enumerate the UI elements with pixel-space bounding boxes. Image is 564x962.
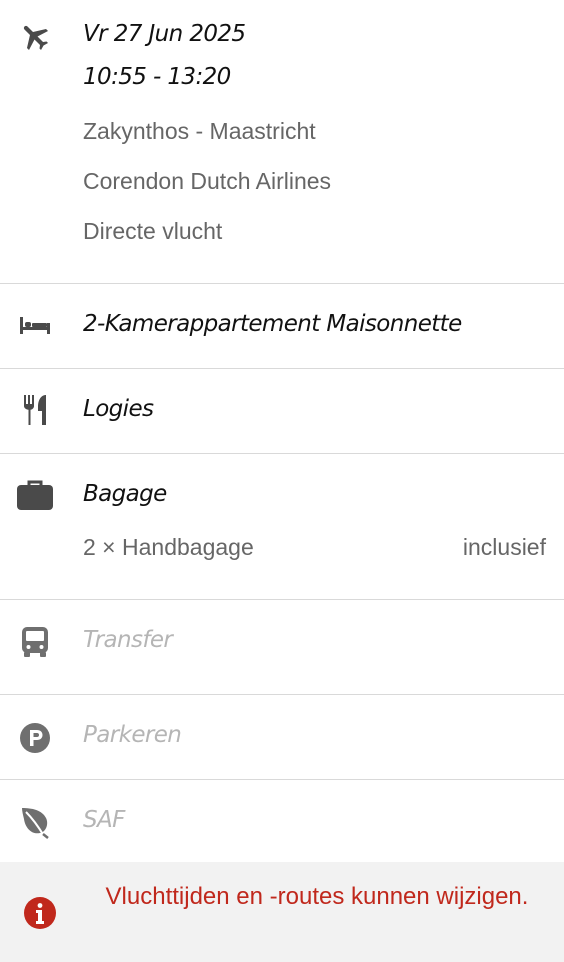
leaf-icon [16, 805, 54, 839]
flight-route: Zakynthos - Maastricht [83, 118, 316, 144]
room-section: 2-Kamerappartement Maisonnette [0, 284, 564, 369]
parking-section[interactable]: Parkeren [0, 695, 564, 780]
flight-date: Vr 27 Jun 2025 [83, 21, 246, 47]
baggage-status: inclusief [462, 534, 546, 560]
bus-icon [16, 626, 54, 658]
booking-summary: Vr 27 Jun 2025 10:55 - 13:20 Zakynthos -… [0, 0, 564, 962]
suitcase-icon [16, 479, 54, 511]
flight-airline: Corendon Dutch Airlines [83, 168, 332, 194]
baggage-title: Bagage [83, 481, 167, 507]
info-icon [22, 896, 58, 930]
parking-icon [16, 722, 54, 754]
notice-text: Vluchttijden en -routes kunnen wijzigen. [105, 883, 529, 910]
baggage-item: 2 × Handbagage [83, 534, 254, 560]
board-title: Logies [83, 396, 154, 422]
saf-title: SAF [83, 807, 125, 833]
bed-icon [16, 314, 54, 336]
room-title: 2-Kamerappartement Maisonnette [83, 311, 462, 337]
flight-change-notice: Vluchttijden en -routes kunnen wijzigen. [0, 862, 564, 962]
board-section: Logies [0, 369, 564, 454]
flight-type: Directe vlucht [83, 218, 223, 244]
transfer-title: Transfer [83, 627, 173, 653]
airplane-icon [16, 18, 54, 54]
baggage-section: Bagage 2 × Handbagage inclusief [0, 454, 564, 600]
parking-title: Parkeren [83, 722, 182, 748]
saf-section[interactable]: SAF [0, 780, 564, 863]
cutlery-icon [16, 393, 54, 427]
flight-section: Vr 27 Jun 2025 10:55 - 13:20 Zakynthos -… [0, 0, 564, 284]
transfer-section[interactable]: Transfer [0, 600, 564, 695]
flight-time: 10:55 - 13:20 [83, 64, 231, 90]
